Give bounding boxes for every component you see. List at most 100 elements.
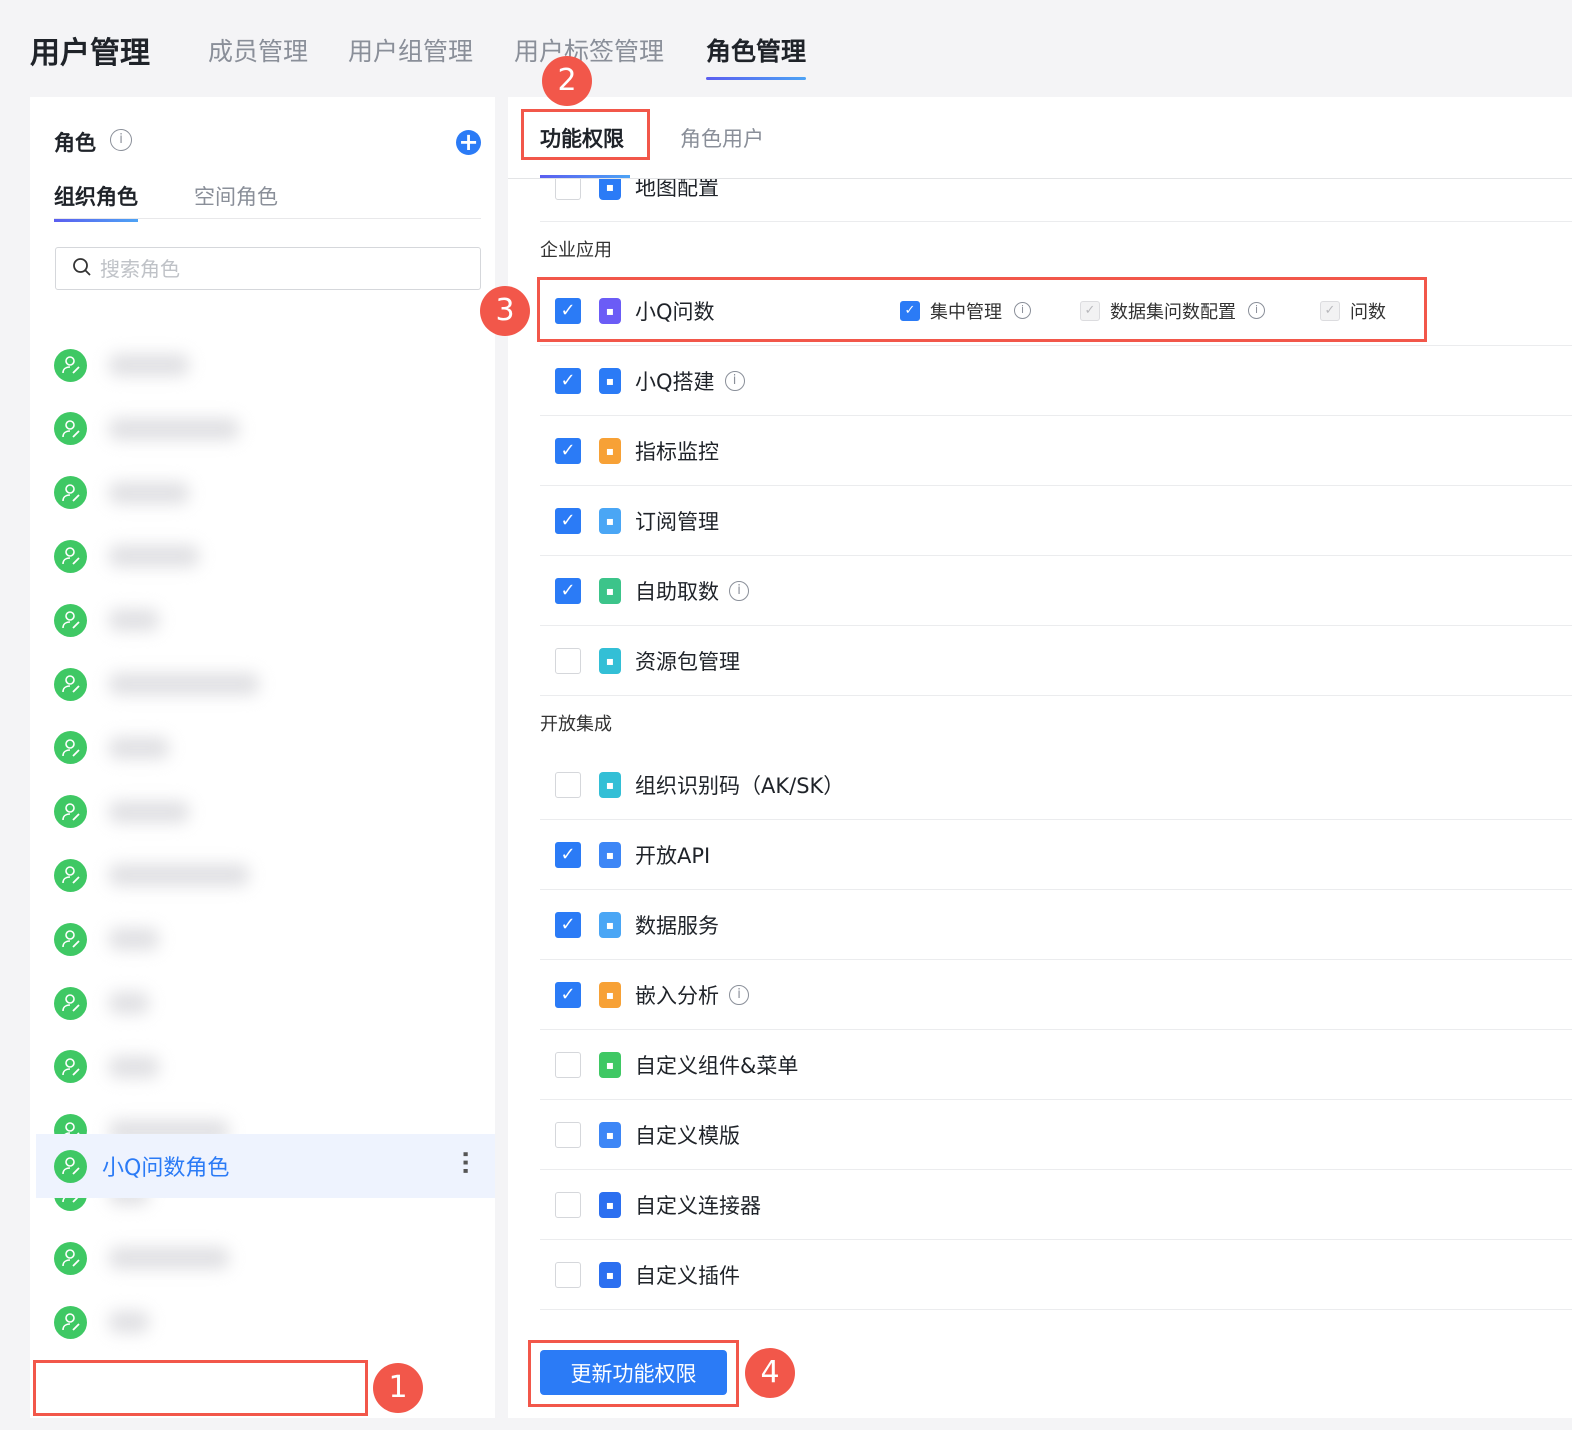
role-name-redacted (109, 864, 249, 887)
role-type-tabs: 组织角色 空间角色 (54, 181, 481, 222)
role-item[interactable] (54, 1294, 149, 1350)
role-name-redacted (109, 1247, 229, 1270)
tab-org-roles[interactable]: 组织角色 (54, 181, 138, 222)
role-name-redacted (109, 1311, 149, 1333)
feature-icon: ▪ (599, 179, 621, 200)
annotation-box-3 (537, 277, 1427, 342)
permission-checkbox[interactable] (555, 1121, 581, 1148)
permission-row: ✓ ▪ 订阅管理 (540, 486, 1572, 556)
permission-row: ✓ ▪ 嵌入分析 i (540, 960, 1572, 1030)
permission-row: ▪ 自定义连接器 (540, 1170, 1572, 1240)
role-item[interactable] (54, 720, 169, 776)
role-item[interactable] (54, 847, 249, 903)
role-item[interactable] (54, 1230, 229, 1286)
search-icon (72, 257, 92, 281)
feature-icon: ▪ (599, 437, 621, 464)
role-avatar-icon (54, 1050, 87, 1084)
role-name-redacted (109, 800, 189, 823)
feature-icon: ▪ (599, 1261, 621, 1288)
permission-checkbox[interactable] (555, 1261, 581, 1288)
info-icon[interactable]: i (729, 984, 749, 1005)
role-item[interactable] (54, 337, 189, 393)
annotation-box-2 (521, 109, 650, 160)
role-avatar-icon (54, 603, 87, 637)
role-search (55, 247, 481, 290)
permission-label: 嵌入分析 (635, 983, 719, 1008)
role-item-selected[interactable]: 小Q问数角色 ··· (36, 1134, 495, 1198)
permission-row: ✓ ▪ 小Q搭建 i (540, 346, 1572, 416)
role-name-redacted (109, 673, 259, 695)
permission-row: ✓ ▪ 开放API (540, 820, 1572, 890)
permission-label: 资源包管理 (635, 649, 740, 674)
permission-checkbox[interactable] (555, 179, 581, 200)
annotation-box-4 (528, 1340, 739, 1407)
permission-checkbox[interactable]: ✓ (555, 911, 581, 938)
top-nav: 用户管理 成员管理 用户组管理 用户标签管理 角色管理 (0, 0, 1572, 97)
permission-row: ▪ 自定义模版 (540, 1100, 1572, 1170)
role-avatar-icon (54, 731, 87, 765)
tab-space-roles[interactable]: 空间角色 (194, 181, 278, 211)
permission-checkbox[interactable]: ✓ (555, 841, 581, 868)
tab-user-tag-management[interactable]: 用户标签管理 (514, 32, 664, 68)
role-avatar-icon (54, 922, 87, 956)
permission-checkbox[interactable] (555, 647, 581, 674)
permission-row: ✓ ▪ 数据服务 (540, 890, 1572, 960)
permission-row: ▪ 地图配置 (540, 179, 1572, 222)
role-item[interactable] (54, 465, 189, 521)
role-item[interactable] (54, 528, 199, 584)
feature-icon: ▪ (599, 841, 621, 868)
permission-checkbox[interactable]: ✓ (555, 507, 581, 534)
permission-tabs: 功能权限 角色用户 (508, 97, 1572, 179)
section-title: 开放集成 (540, 714, 612, 735)
tab-user-group-management[interactable]: 用户组管理 (348, 32, 473, 68)
info-icon[interactable]: i (729, 580, 749, 601)
role-item[interactable] (54, 592, 159, 648)
feature-icon: ▪ (599, 1121, 621, 1148)
info-icon[interactable]: i (110, 129, 132, 151)
role-item[interactable] (54, 975, 149, 1031)
role-avatar-icon (54, 667, 87, 701)
permission-checkbox[interactable]: ✓ (555, 981, 581, 1008)
role-item[interactable] (54, 1039, 159, 1095)
page-title: 用户管理 (30, 36, 150, 71)
permission-checkbox[interactable] (555, 1051, 581, 1078)
role-avatar-icon (54, 1305, 87, 1339)
permission-label: 组织识别码（AK/SK） (635, 773, 845, 798)
permission-label: 自定义插件 (635, 1263, 740, 1288)
permission-checkbox[interactable] (555, 771, 581, 798)
permission-label: 自定义组件&菜单 (635, 1053, 799, 1078)
permission-row: ▪ 资源包管理 (540, 626, 1572, 696)
permission-label: 订阅管理 (635, 509, 719, 534)
feature-icon: ▪ (599, 577, 621, 604)
permission-row: ▪ 组织识别码（AK/SK） (540, 750, 1572, 820)
permission-checkbox[interactable]: ✓ (555, 577, 581, 604)
tab-role-users[interactable]: 角色用户 (680, 123, 764, 153)
annotation-box-1 (33, 1360, 368, 1416)
feature-icon: ▪ (599, 1051, 621, 1078)
role-avatar-icon (54, 476, 87, 510)
permission-label: 开放API (635, 843, 711, 868)
tab-member-management[interactable]: 成员管理 (208, 32, 308, 68)
role-item[interactable] (54, 401, 239, 457)
permission-checkbox[interactable]: ✓ (555, 437, 581, 464)
search-input[interactable] (100, 256, 460, 281)
roles-heading: 角色 (54, 131, 96, 155)
info-icon[interactable]: i (724, 370, 745, 391)
role-avatar-icon (54, 795, 87, 829)
permission-list[interactable]: ▪ 地图配置 企业应用 ✓ ▪ 小Q问数 ✓ 集中管理 i ✓ 数据集问数配置 i ✓ 问数 ✓ ▪ 小Q搭建 i… (540, 179, 1572, 1339)
role-name-redacted (109, 481, 189, 504)
annotation-badge-2: 2 (542, 56, 592, 106)
permission-row: ✓ ▪ 自助取数 i (540, 556, 1572, 626)
annotation-badge-4: 4 (745, 1348, 795, 1398)
add-role-button[interactable]: + (456, 130, 481, 155)
permission-checkbox[interactable]: ✓ (555, 367, 581, 394)
role-avatar-icon (54, 412, 87, 446)
feature-icon: ▪ (599, 771, 621, 798)
role-item[interactable] (54, 656, 259, 712)
permission-checkbox[interactable] (555, 1191, 581, 1218)
more-options-icon[interactable]: ··· (452, 1150, 477, 1175)
role-item[interactable] (54, 911, 159, 967)
tab-role-management[interactable]: 角色管理 (706, 32, 807, 80)
role-item[interactable] (54, 784, 189, 840)
permission-row: ▪ 自定义组件&菜单 (540, 1030, 1572, 1100)
